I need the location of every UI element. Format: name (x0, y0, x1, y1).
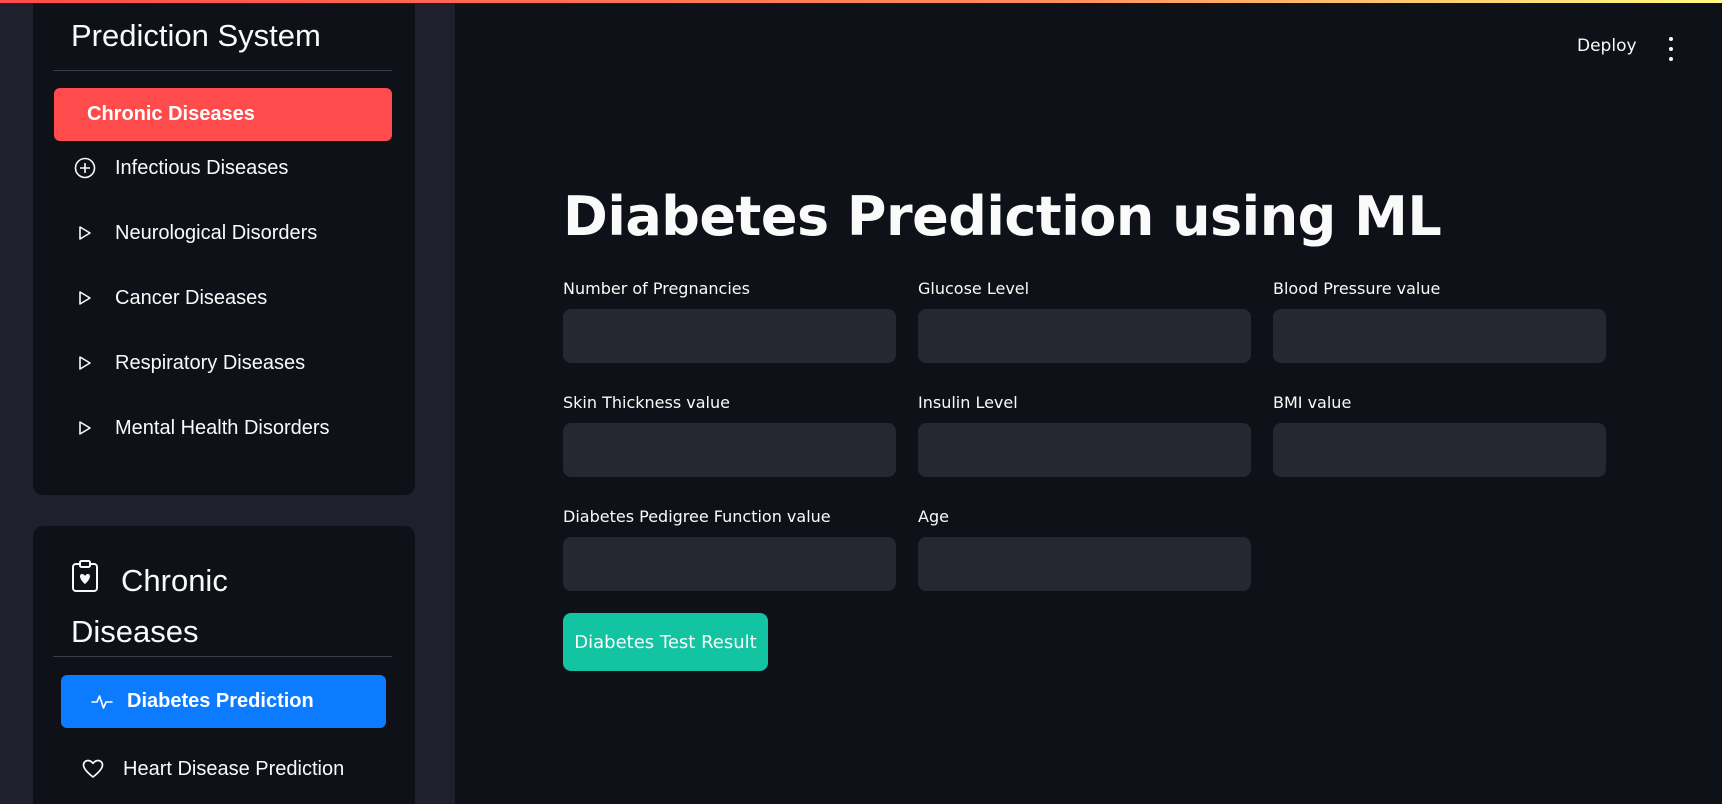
top-accent-bar (0, 0, 1722, 3)
main-option-menu: Prediction System Chronic Diseases Infec… (33, 0, 415, 495)
play-icon (73, 355, 97, 371)
insulin-label: Insulin Level (918, 393, 1018, 412)
sidebar: Prediction System Chronic Diseases Infec… (0, 0, 455, 804)
diabetes-test-result-button[interactable]: Diabetes Test Result (563, 613, 768, 671)
skin-thickness-input[interactable] (563, 423, 896, 477)
play-icon (73, 420, 97, 436)
menu-item-heart-disease-prediction[interactable]: Heart Disease Prediction (81, 749, 344, 789)
menu-item-label: Neurological Disorders (115, 221, 318, 244)
menu-item-cancer-diseases[interactable]: Cancer Diseases (73, 278, 267, 318)
insulin-input[interactable] (918, 423, 1251, 477)
activity-icon (91, 693, 113, 711)
pregnancies-label: Number of Pregnancies (563, 279, 750, 298)
bmi-input[interactable] (1273, 423, 1606, 477)
heart-icon (81, 759, 105, 779)
menu-title-line2: Diseases (71, 614, 199, 649)
menu-divider (53, 656, 392, 657)
pedigree-label: Diabetes Pedigree Function value (563, 507, 831, 526)
menu-item-label: Diabetes Prediction (127, 690, 314, 712)
menu-item-label: Respiratory Diseases (115, 351, 306, 374)
bmi-label: BMI value (1273, 393, 1352, 412)
age-label: Age (918, 507, 949, 526)
glucose-label: Glucose Level (918, 279, 1030, 298)
deploy-button[interactable]: Deploy (1577, 36, 1637, 56)
blood-pressure-input[interactable] (1273, 309, 1606, 363)
sub-option-menu: Chronic Diseases Diabetes Prediction Hea… (33, 526, 415, 804)
menu-item-label: Heart Disease Prediction (123, 757, 345, 780)
menu-item-diabetes-prediction[interactable]: Diabetes Prediction (61, 675, 386, 728)
menu-item-chronic-diseases[interactable]: Chronic Diseases (54, 88, 392, 141)
skin-thickness-label: Skin Thickness value (563, 393, 730, 412)
menu-item-label: Cancer Diseases (115, 286, 268, 309)
menu-item-respiratory-diseases[interactable]: Respiratory Diseases (73, 343, 305, 383)
page-title: Diabetes Prediction using ML (563, 185, 1442, 248)
pedigree-input[interactable] (563, 537, 896, 591)
menu-divider (53, 70, 392, 71)
kebab-menu-icon[interactable] (1665, 37, 1677, 61)
menu-title: Prediction System (71, 18, 321, 53)
menu-title: Chronic Diseases (71, 556, 371, 656)
clipboard-heart-icon (71, 558, 99, 607)
plus-circle-icon (73, 157, 97, 179)
menu-title-line1: Chronic (121, 563, 228, 598)
menu-item-neurological-disorders[interactable]: Neurological Disorders (73, 213, 317, 253)
play-icon (73, 225, 97, 241)
age-input[interactable] (918, 537, 1251, 591)
pregnancies-input[interactable] (563, 309, 896, 363)
menu-item-label: Chronic Diseases (87, 103, 255, 125)
glucose-input[interactable] (918, 309, 1251, 363)
menu-item-label: Infectious Diseases (115, 156, 289, 179)
blood-pressure-label: Blood Pressure value (1273, 279, 1441, 298)
menu-item-infectious-diseases[interactable]: Infectious Diseases (73, 148, 288, 188)
menu-item-label: Mental Health Disorders (115, 416, 330, 439)
play-icon (73, 290, 97, 306)
menu-item-mental-health-disorders[interactable]: Mental Health Disorders (73, 408, 330, 448)
